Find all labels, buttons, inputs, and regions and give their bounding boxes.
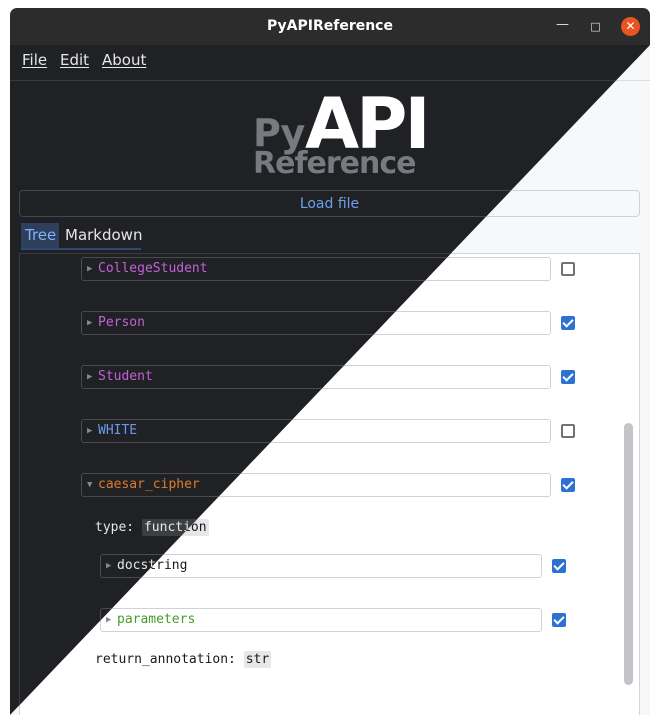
tree-node-docstring[interactable]: ▶ docstring (100, 554, 542, 578)
checkbox-checked-icon[interactable] (552, 559, 566, 573)
tab-markdown[interactable]: Markdown (61, 223, 142, 248)
logo-reference: Reference (253, 146, 416, 181)
close-button[interactable]: ✕ (621, 17, 640, 36)
triangle-down-icon: ▼ (87, 480, 93, 490)
type-key: type: (95, 520, 135, 535)
checkbox-checked-icon[interactable] (561, 478, 575, 492)
app-logo: Py API Reference (253, 83, 431, 181)
checkbox-empty-icon[interactable] (561, 424, 575, 438)
content-area: File Edit About Py API Reference Load fi… (10, 45, 650, 715)
node-label: caesar_cipher (98, 477, 200, 492)
menu-file[interactable]: File (22, 51, 47, 69)
maximize-button[interactable]: □ (586, 17, 605, 36)
return-annotation-row: return_annotation: str (95, 651, 272, 668)
return-key: return_annotation: (95, 652, 236, 667)
menu-edit[interactable]: Edit (60, 51, 89, 69)
node-label: Student (98, 369, 153, 384)
checkbox-checked-icon[interactable] (561, 370, 575, 384)
checkbox-empty-icon[interactable] (561, 262, 575, 276)
menu-about[interactable]: About (102, 51, 146, 69)
vertical-scrollbar[interactable] (624, 423, 633, 685)
app-window: PyAPIReference — □ ✕ File Edit About Py … (10, 8, 650, 715)
triangle-right-icon: ▶ (87, 264, 93, 274)
minimize-button[interactable]: — (553, 15, 572, 34)
tab-tree[interactable]: Tree (21, 223, 59, 248)
tree-node-parameters[interactable]: ▶ parameters (100, 608, 542, 632)
triangle-right-icon: ▶ (87, 372, 93, 382)
node-label: CollegeStudent (98, 261, 208, 276)
node-label: parameters (117, 612, 196, 627)
node-label: WHITE (98, 423, 138, 438)
tab-underline (21, 248, 141, 250)
checkbox-checked-icon[interactable] (561, 316, 575, 330)
node-label: Person (98, 315, 145, 330)
menu-bar: File Edit About (10, 45, 650, 81)
triangle-right-icon: ▶ (87, 426, 93, 436)
return-value: str (243, 651, 272, 668)
title-bar: PyAPIReference — □ ✕ (10, 8, 650, 45)
triangle-right-icon: ▶ (106, 561, 112, 571)
checkbox-checked-icon[interactable] (552, 613, 566, 627)
triangle-right-icon: ▶ (87, 318, 93, 328)
